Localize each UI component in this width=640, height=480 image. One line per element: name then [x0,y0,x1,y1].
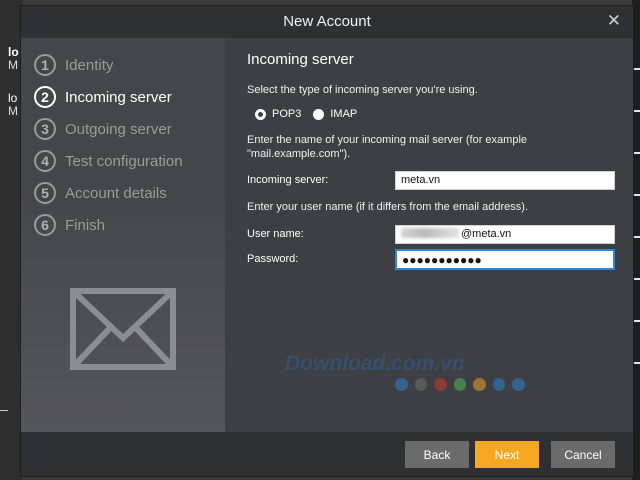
background-list-item[interactable]: lo M [8,92,18,118]
incoming-server-label: Incoming server: [247,174,329,186]
dialog-titlebar[interactable]: New Account ✕ [21,6,633,38]
user-name-input[interactable]: @meta.vn [395,225,615,244]
pop3-label[interactable]: POP3 [272,108,301,120]
server-type-radio-group: POP3 IMAP [255,108,369,120]
background-item-title: lo [8,45,19,59]
next-button[interactable]: Next [475,441,539,468]
background-stripe [632,194,640,196]
watermark-dot [512,378,526,391]
step-number: 2 [34,86,56,108]
cancel-button[interactable]: Cancel [551,441,615,468]
password-label: Password: [247,253,299,265]
watermark-dot [492,378,506,391]
wizard-steps-sidebar: 1 Identity 2 Incoming server 3 Outgoing … [21,38,225,432]
imap-label[interactable]: IMAP [330,108,357,120]
watermark-dot [434,378,447,391]
step-label: Test configuration [65,152,183,170]
watermark-text: Download.com.vn [285,352,465,375]
dialog-footer: Back Next Cancel [21,432,633,476]
background-stripe [632,68,640,70]
new-account-dialog: New Account ✕ 1 Identity 2 Incoming serv… [21,6,633,476]
step-label: Incoming server [65,88,172,106]
step-number: 4 [34,150,56,172]
incoming-server-input[interactable]: meta.vn [395,171,615,190]
step-finish: 6 Finish [34,212,105,238]
background-stripe [632,110,640,112]
step-label: Identity [65,56,114,74]
step-test-configuration: 4 Test configuration [34,148,183,174]
server-type-prompt: Select the type of incoming server you'r… [247,84,478,96]
step-number: 6 [34,214,56,236]
background-stripe [632,152,640,154]
background-divider [0,410,8,411]
background-item-title: lo [8,91,18,105]
step-incoming-server: 2 Incoming server [34,84,172,110]
watermark-dot [473,378,486,391]
step-identity: 1 Identity [34,52,113,78]
background-stripe [632,320,640,322]
user-name-domain: @meta.vn [461,228,512,240]
background-right-panel [632,0,640,480]
imap-radio[interactable] [313,108,325,120]
step-number: 5 [34,182,56,204]
background-list-item[interactable]: lo M [8,46,19,72]
pop3-radio[interactable] [255,108,266,120]
watermark-dot [414,378,428,391]
background-stripe [632,362,640,364]
redacted-username [401,228,459,238]
step-label: Outgoing server [65,120,172,138]
watermark-dots [395,378,526,391]
password-input[interactable]: ●●●●●●●●●●● [395,249,615,270]
watermark: Download.com.vn [285,352,526,391]
step-outgoing-server: 3 Outgoing server [34,116,172,142]
watermark-dot [453,378,467,391]
background-stripe [632,278,640,280]
step-number: 1 [34,54,56,76]
dialog-title: New Account [283,13,371,30]
background-item-sub: M [8,58,18,72]
user-name-label: User name: [247,228,304,240]
page-title: Incoming server [247,51,354,68]
envelope-icon [70,288,176,370]
background-sidebar: lo M lo M [0,0,22,480]
step-account-details: 5 Account details [34,180,167,206]
user-name-prompt: Enter your user name (if it differs from… [247,201,529,213]
back-button[interactable]: Back [405,441,469,468]
step-label: Account details [65,184,167,202]
background-item-sub: M [8,104,18,118]
close-icon[interactable]: ✕ [607,11,621,31]
watermark-dot [395,378,408,391]
step-label: Finish [65,216,106,234]
step-number: 3 [34,118,56,140]
background-stripe [632,236,640,238]
server-name-prompt: Enter the name of your incoming mail ser… [247,134,528,160]
